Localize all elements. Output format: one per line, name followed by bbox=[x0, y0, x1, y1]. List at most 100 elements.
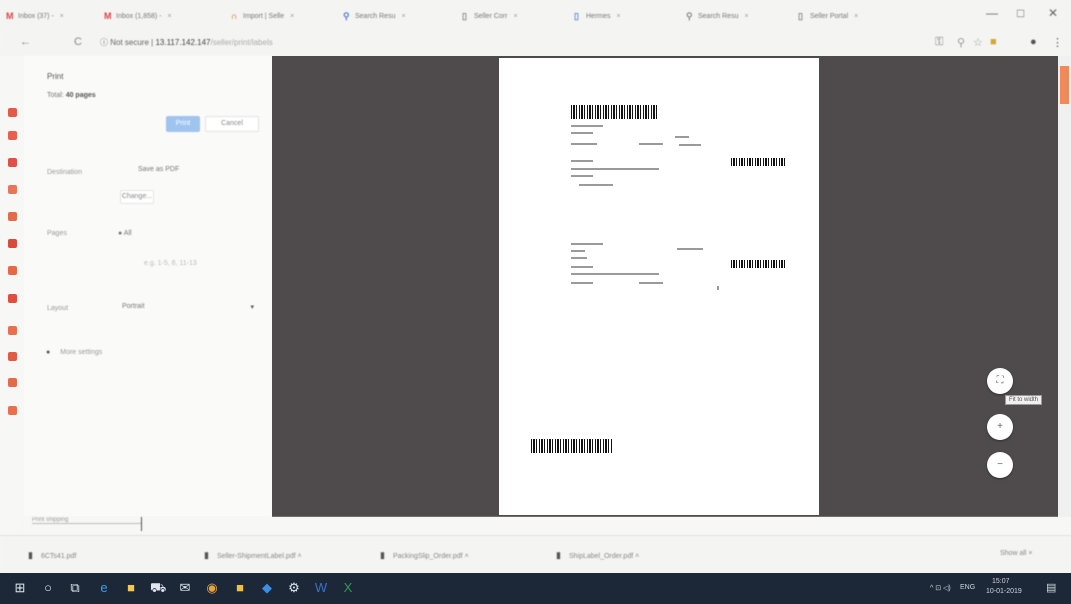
chrome-icon[interactable]: ◉ bbox=[204, 580, 220, 596]
reload-button[interactable]: C bbox=[74, 36, 82, 48]
url-field[interactable]: ⓘ Not secure | 13.117.142.147/seller/pri… bbox=[100, 37, 273, 48]
clock-date[interactable]: 10-01-2019 bbox=[986, 588, 1022, 595]
language-indicator[interactable]: ENG bbox=[960, 584, 975, 591]
destination-label: Destination bbox=[47, 169, 83, 176]
scroll-thumb[interactable] bbox=[1060, 66, 1069, 104]
settings-icon[interactable]: ⚙ bbox=[286, 580, 302, 596]
profile-icon[interactable]: ● bbox=[1030, 36, 1037, 48]
label-text-line bbox=[571, 273, 659, 275]
close-icon[interactable]: × bbox=[744, 13, 748, 20]
tab-label: Search Resu bbox=[698, 12, 739, 20]
tab-label: Seller Corr bbox=[474, 12, 508, 20]
files-icon[interactable]: ■ bbox=[232, 580, 248, 596]
print-title: Print bbox=[47, 72, 64, 81]
clock-time[interactable]: 15:07 bbox=[992, 578, 1010, 585]
close-icon[interactable]: × bbox=[513, 13, 517, 20]
label-text-line bbox=[571, 143, 597, 145]
search-icon[interactable]: ○ bbox=[40, 580, 56, 596]
url-host: 13.117.142.147 bbox=[155, 38, 211, 47]
bookmark-icon[interactable] bbox=[8, 212, 17, 221]
cancel-button[interactable]: Cancel bbox=[205, 116, 259, 132]
download-item[interactable]: ▮ ShipLabel_Order.pdf ˄ bbox=[556, 550, 639, 561]
zoom-icon[interactable]: ⚲ bbox=[957, 36, 965, 49]
maximize-button[interactable]: □ bbox=[1017, 6, 1024, 20]
print-button[interactable]: Print bbox=[166, 116, 200, 132]
windows-icon[interactable]: ⊞ bbox=[12, 580, 28, 596]
tab-label: Import | Selle bbox=[243, 12, 285, 20]
tab-hermes[interactable]: ▯ Hermes × bbox=[574, 8, 621, 24]
barcode bbox=[531, 439, 613, 453]
chevron-up-icon[interactable]: ˄ bbox=[635, 553, 639, 560]
close-window-button[interactable]: ✕ bbox=[1048, 6, 1058, 20]
mail-icon[interactable]: ✉ bbox=[177, 580, 193, 596]
close-icon[interactable]: × bbox=[60, 13, 64, 20]
bookmark-icon[interactable] bbox=[8, 239, 17, 248]
bookmark-icon[interactable] bbox=[8, 185, 17, 194]
edge-icon[interactable]: e bbox=[96, 580, 112, 596]
close-icon[interactable]: × bbox=[617, 13, 621, 20]
word-icon[interactable]: W bbox=[313, 580, 329, 596]
bookmark-icon[interactable] bbox=[8, 108, 17, 117]
tab-label: Hermes bbox=[586, 12, 611, 20]
scrollbar[interactable] bbox=[1058, 56, 1071, 517]
label-text-line bbox=[571, 175, 593, 177]
layout-select[interactable]: Portrait ▾ bbox=[122, 303, 254, 311]
tab-search-results[interactable]: ⚲ Search Resu × bbox=[343, 8, 406, 24]
close-icon[interactable]: × bbox=[290, 13, 294, 20]
bookmark-icon[interactable] bbox=[8, 406, 17, 415]
chevron-up-icon[interactable]: ˄ bbox=[298, 553, 302, 560]
close-icon[interactable]: × bbox=[401, 13, 405, 20]
store-icon[interactable]: ⛟ bbox=[150, 580, 166, 596]
print-total: Total: 40 pages bbox=[47, 92, 96, 99]
tab-search-results-2[interactable]: ⚲ Search Resu × bbox=[686, 8, 749, 24]
bookmark-icon[interactable] bbox=[8, 266, 17, 275]
download-name: PackingSlip_Order.pdf bbox=[392, 553, 463, 560]
back-button[interactable]: ← bbox=[20, 36, 31, 48]
bookmark-icon[interactable] bbox=[8, 131, 17, 140]
key-icon[interactable]: ⚿ bbox=[935, 36, 943, 49]
close-icon[interactable]: × bbox=[168, 13, 172, 20]
photos-icon[interactable]: ◆ bbox=[259, 580, 275, 596]
pages-range-input[interactable]: e.g. 1-5, 8, 11-13 bbox=[144, 260, 197, 267]
file-icon: ▮ bbox=[556, 550, 561, 560]
expand-icon: ● bbox=[46, 349, 51, 356]
close-icon[interactable]: × bbox=[854, 13, 858, 20]
zoom-out-button[interactable]: − bbox=[987, 452, 1013, 478]
change-destination-button[interactable]: Change... bbox=[120, 190, 154, 204]
page-icon: ⚲ bbox=[686, 10, 693, 21]
tab-seller-portal[interactable]: ▯ Seller Portal × bbox=[798, 8, 858, 24]
minimize-button[interactable]: — bbox=[986, 6, 998, 20]
tab-inbox-2[interactable]: M Inbox (1,858) - × bbox=[104, 8, 172, 24]
security-indicator[interactable]: ⓘ Not secure | bbox=[100, 38, 153, 47]
download-item[interactable]: ▮ PackingSlip_Order.pdf ˄ bbox=[380, 550, 469, 561]
bookmark-icon[interactable] bbox=[8, 158, 17, 167]
label-text-line bbox=[571, 266, 593, 268]
zoom-in-button[interactable]: + bbox=[987, 414, 1013, 440]
excel-icon[interactable]: X bbox=[340, 580, 356, 596]
close-icon[interactable]: × bbox=[1028, 550, 1032, 557]
menu-icon[interactable]: ⋮ bbox=[1052, 36, 1063, 49]
tray-icons[interactable]: ^ ⊡ ◁) bbox=[930, 584, 951, 592]
bookmark-icon[interactable] bbox=[8, 378, 17, 387]
bookmark-icon[interactable] bbox=[8, 352, 17, 361]
tab-inbox-1[interactable]: M Inbox (37) - × bbox=[6, 8, 64, 24]
bookmark-icon[interactable] bbox=[8, 326, 17, 335]
more-settings-toggle[interactable]: ● More settings bbox=[46, 349, 102, 356]
bookmark-icon[interactable] bbox=[8, 294, 17, 303]
notifications-icon[interactable]: ▤ bbox=[1046, 581, 1056, 594]
download-item[interactable]: ▮ 6CTs41.pdf bbox=[28, 550, 76, 561]
pages-all-radio[interactable]: ● All bbox=[118, 230, 132, 237]
extension-icon[interactable]: ■ bbox=[990, 36, 997, 48]
explorer-icon[interactable]: ■ bbox=[123, 580, 139, 596]
download-item[interactable]: ▮ Seller-ShipmentLabel.pdf ˄ bbox=[204, 550, 302, 561]
file-icon: ▮ bbox=[28, 550, 33, 560]
label-text-line bbox=[571, 257, 587, 259]
star-icon[interactable]: ☆ bbox=[973, 36, 983, 49]
tab-seller-corr[interactable]: ▯ Seller Corr × bbox=[462, 8, 518, 24]
chevron-up-icon[interactable]: ˄ bbox=[465, 553, 469, 560]
barcode bbox=[731, 260, 787, 268]
taskview-icon[interactable]: ⧉ bbox=[67, 580, 83, 596]
tab-import[interactable]: ∩ Import | Selle × bbox=[231, 8, 294, 24]
fit-to-width-button[interactable]: ⛶ bbox=[987, 368, 1013, 394]
show-all-button[interactable]: Show all × bbox=[1000, 550, 1033, 557]
